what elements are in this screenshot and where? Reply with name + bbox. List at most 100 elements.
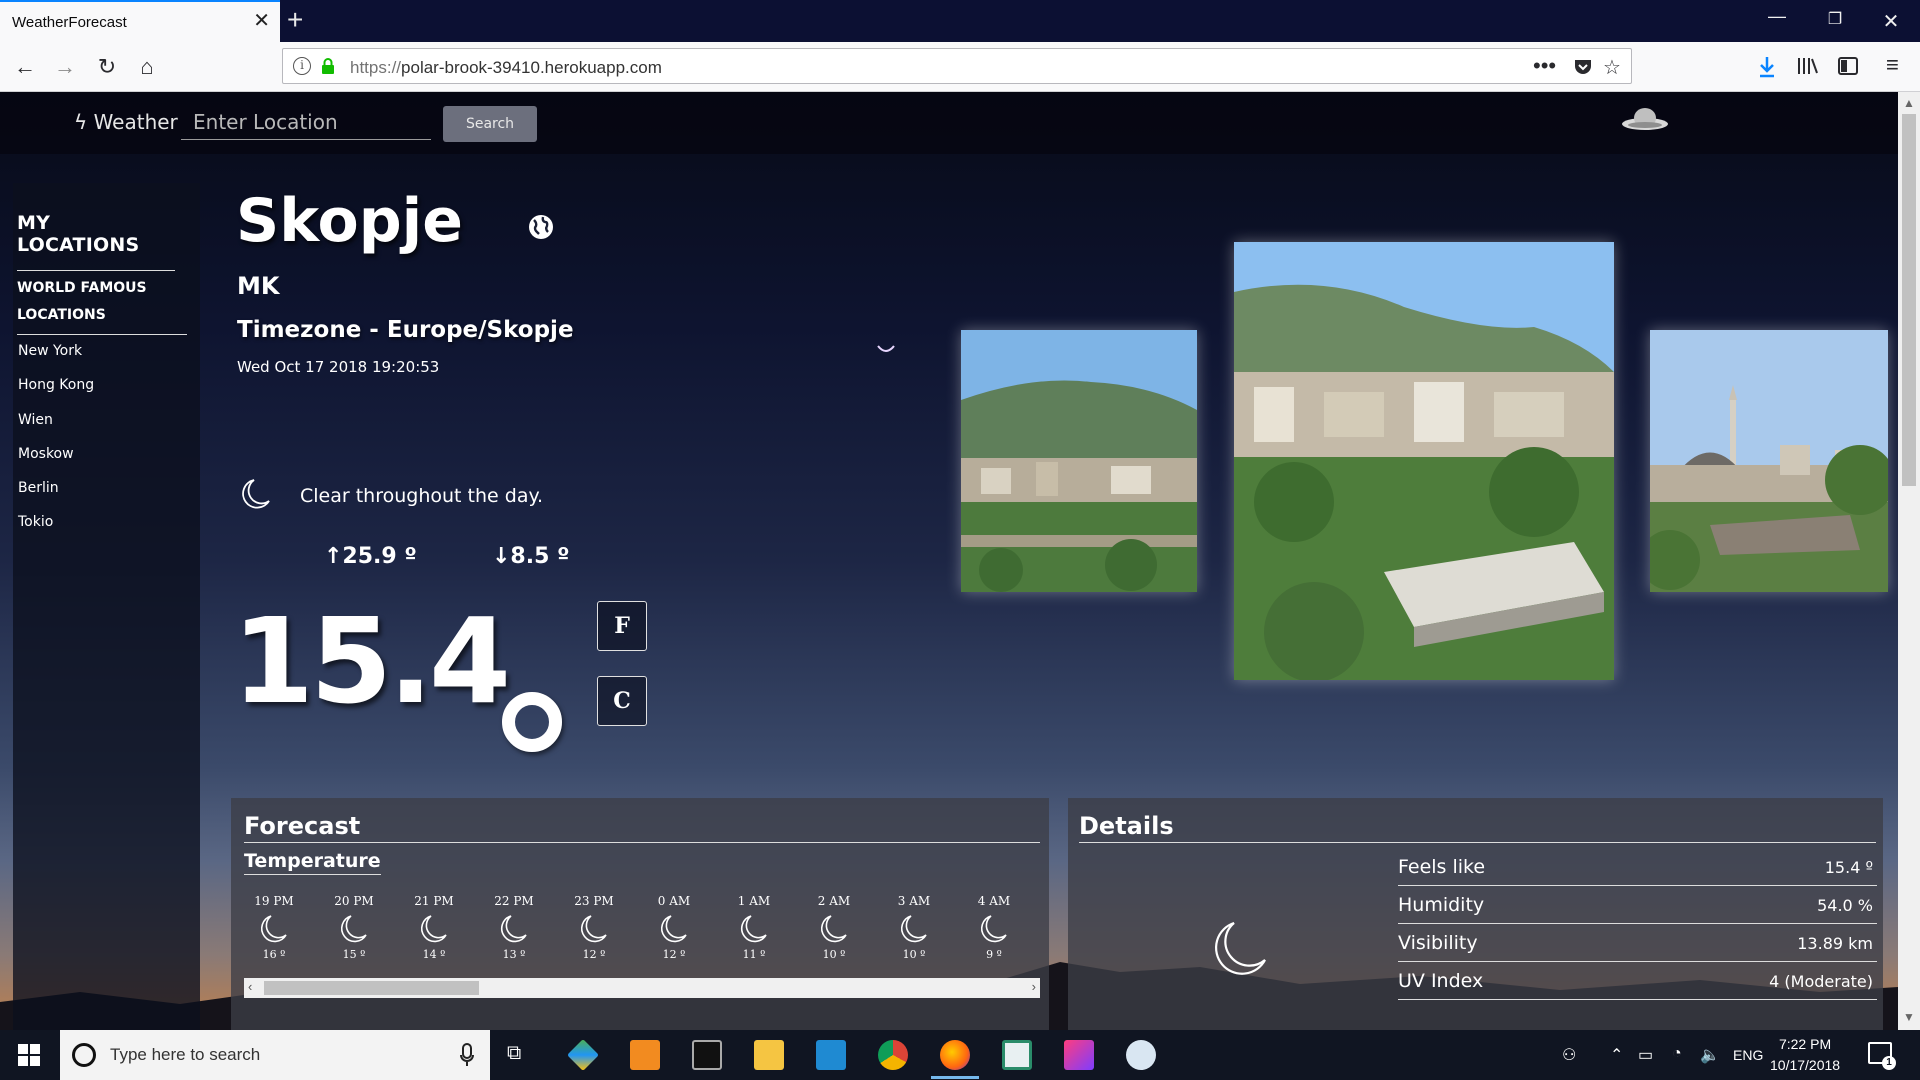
detail-row-feels-like: Feels like 15.4 º (1398, 848, 1877, 886)
scroll-up-icon[interactable]: ▲ (1903, 96, 1915, 110)
forecast-hour: 2 AM 10 º (804, 894, 864, 961)
sidebar-subheading-line1: WORLD FAMOUS (17, 280, 147, 296)
moon-icon (741, 915, 767, 943)
tab-title: WeatherForecast (12, 14, 127, 31)
sidebar-item-new-york[interactable]: New York (18, 343, 82, 359)
sublime-text-app-icon[interactable] (630, 1040, 660, 1070)
task-view-icon[interactable]: ⧉ (507, 1042, 521, 1065)
location-search-input[interactable] (181, 104, 431, 140)
degree-symbol (502, 692, 562, 752)
timezone: Timezone - Europe/Skopje (237, 317, 574, 343)
horizontal-scroll-thumb[interactable] (264, 981, 479, 995)
close-window-icon[interactable]: ✕ (1866, 9, 1916, 34)
terminal-app-icon[interactable] (692, 1040, 722, 1070)
forecast-hour-label: 0 AM (657, 894, 691, 908)
city-photo-right (1650, 330, 1888, 592)
url-bar[interactable]: i https://polar-brook-39410.herokuapp.co… (282, 48, 1632, 84)
details-divider (1079, 842, 1876, 843)
globe-icon[interactable] (528, 214, 554, 240)
browser-nav-bar: ← → ↻ ⌂ i https://polar-brook-39410.hero… (0, 42, 1920, 92)
detail-label: Feels like (1398, 856, 1486, 878)
sidebar-item-berlin[interactable]: Berlin (18, 480, 59, 496)
home-icon[interactable]: ⌂ (132, 52, 162, 82)
scroll-left-icon[interactable]: ‹ (248, 979, 252, 994)
forecast-hour-temp: 10 º (822, 948, 846, 961)
forward-arrow-icon[interactable]: → (50, 52, 80, 82)
forecast-hour-temp: 10 º (902, 948, 926, 961)
browser-tab[interactable]: WeatherForecast ✕ (0, 0, 280, 42)
volume-icon[interactable]: 🔈 (1700, 1045, 1720, 1065)
notepad-app-icon[interactable] (1002, 1040, 1032, 1070)
close-tab-icon[interactable]: ✕ (253, 11, 270, 31)
taskbar: Type here to search ⧉ ⚇ ⌃ ▭ ◔ 🔈 ENG 7:22… (0, 1030, 1920, 1080)
language-indicator[interactable]: ENG (1733, 1047, 1763, 1063)
people-icon[interactable]: ⚇ (1562, 1045, 1576, 1065)
scroll-down-icon[interactable]: ▼ (1903, 1010, 1915, 1024)
notification-count: 1 (1882, 1056, 1896, 1070)
back-arrow-icon[interactable]: ← (10, 52, 40, 82)
app-header: ϟ Weather Search (0, 92, 1898, 154)
page-scroll-thumb[interactable] (1902, 114, 1916, 486)
firefox-app-icon[interactable] (940, 1040, 970, 1070)
moon-icon (821, 915, 847, 943)
pocket-icon[interactable] (1573, 57, 1593, 77)
country-code: MK (237, 272, 280, 300)
reload-icon[interactable]: ↻ (92, 52, 122, 82)
sidebar-item-moskow[interactable]: Moskow (18, 446, 74, 462)
wifi-icon[interactable]: ◔ (1672, 1045, 1682, 1063)
city-name: Skopje (236, 186, 463, 256)
windows-start-icon[interactable] (18, 1044, 40, 1066)
page-scrollbar[interactable]: ▲ ▼ (1898, 92, 1920, 1030)
details-panel: Details Feels like 15.4 º Humidity 54.0 … (1068, 798, 1883, 1030)
show-hidden-icons-icon[interactable]: ⌃ (1610, 1045, 1623, 1065)
url-text[interactable]: https://polar-brook-39410.herokuapp.com (350, 58, 662, 78)
forecast-panel: Forecast Temperature 19 PM 16 º 20 PM 15 º2… (231, 798, 1049, 1030)
chrome-app-icon[interactable] (878, 1040, 908, 1070)
celsius-button[interactable]: C (597, 676, 647, 726)
horizontal-scrollbar[interactable]: ‹ › (244, 978, 1040, 998)
intellij-app-icon[interactable] (1064, 1040, 1094, 1070)
bookmark-star-icon[interactable]: ☆ (1603, 55, 1621, 80)
lightning-icon: ϟ (74, 110, 88, 134)
crescent-moon-icon (877, 345, 895, 352)
forecast-hour-temp: 9 º (986, 948, 1002, 961)
gitkraken-app-icon[interactable] (567, 1039, 599, 1071)
details-title: Details (1079, 812, 1174, 840)
sidebar-item-wien[interactable]: Wien (18, 412, 53, 428)
scroll-right-icon[interactable]: › (1032, 979, 1036, 994)
brand[interactable]: ϟ Weather (74, 110, 178, 134)
sidebar-heading: MY LOCATIONS (17, 212, 175, 271)
current-temperature: 15.4 (232, 592, 511, 730)
moon-icon (421, 915, 447, 943)
moon-icon (341, 915, 367, 943)
sidebar-item-hong-kong[interactable]: Hong Kong (18, 377, 94, 393)
restore-window-icon[interactable]: ❐ (1810, 9, 1860, 29)
page-actions-icon[interactable]: ••• (1533, 53, 1556, 79)
sidebar-toggle-icon[interactable] (1838, 56, 1858, 76)
detail-value: 15.4 º (1824, 858, 1873, 877)
moon-icon (242, 479, 270, 509)
menu-icon[interactable]: ≡ (1886, 52, 1899, 78)
file-explorer-app-icon[interactable] (754, 1040, 784, 1070)
paint-app-icon[interactable] (1126, 1040, 1156, 1070)
weather-summary: Clear throughout the day. (300, 485, 544, 507)
library-icon[interactable] (1797, 56, 1819, 76)
clock-time: 7:22 PM (1778, 1036, 1832, 1052)
notifications-icon[interactable]: 1 (1868, 1042, 1896, 1070)
system-clock[interactable]: 7:22 PM 10/17/2018 (1770, 1034, 1840, 1076)
new-tab-icon[interactable]: + (287, 6, 303, 34)
vscode-app-icon[interactable] (816, 1040, 846, 1070)
minimize-window-icon[interactable]: — (1752, 6, 1802, 27)
taskbar-search-box[interactable]: Type here to search (60, 1030, 490, 1080)
fahrenheit-button[interactable]: F (597, 601, 647, 651)
download-icon[interactable] (1757, 55, 1777, 79)
forecast-hour-label: 19 PM (254, 894, 294, 908)
sidebar-item-tokio[interactable]: Tokio (18, 514, 53, 530)
battery-icon[interactable]: ▭ (1638, 1045, 1653, 1065)
local-datetime: Wed Oct 17 2018 19:20:53 (237, 358, 440, 376)
microphone-icon[interactable] (460, 1043, 474, 1067)
forecast-hour: 23 PM 12 º (564, 894, 624, 961)
info-icon[interactable]: i (293, 57, 311, 75)
browser-tab-bar: WeatherForecast ✕ + — ❐ ✕ (0, 0, 1920, 42)
search-button[interactable]: Search (443, 106, 537, 142)
